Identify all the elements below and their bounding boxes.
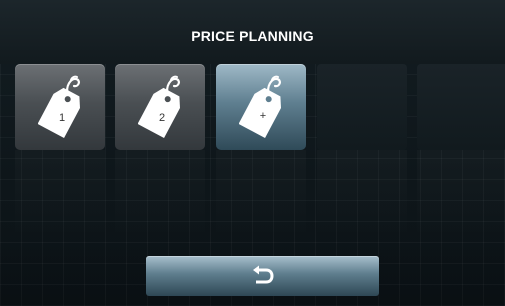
- price-tile-2[interactable]: 2: [115, 64, 205, 150]
- price-tile-1[interactable]: 1: [15, 64, 105, 150]
- empty-slot: [317, 64, 407, 150]
- empty-slot: [417, 64, 505, 150]
- header-bar: PRICE PLANNING: [0, 0, 505, 64]
- tile-label: 2: [159, 112, 165, 124]
- slot-column: [115, 150, 205, 240]
- page-title: PRICE PLANNING: [191, 28, 314, 44]
- slot-column: [317, 150, 407, 240]
- add-price-tile[interactable]: +: [216, 64, 306, 150]
- slot-column: [15, 150, 105, 240]
- back-button[interactable]: [146, 256, 379, 296]
- return-arrow-icon: [253, 265, 274, 284]
- price-tag-icon: +: [239, 75, 281, 138]
- price-tag-icon: 2: [138, 75, 180, 138]
- price-tag-icon: 1: [38, 75, 80, 138]
- tile-label: +: [260, 110, 266, 122]
- screen: PRICE PLANNING 1 2 +: [0, 0, 505, 306]
- tile-label: 1: [59, 112, 65, 124]
- slot-column: [216, 150, 306, 240]
- slot-column: [417, 150, 505, 240]
